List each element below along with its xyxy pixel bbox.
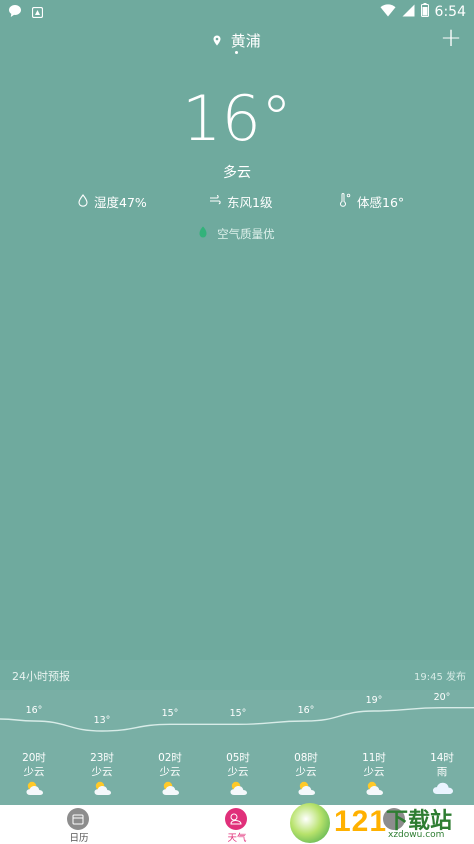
current-temperature: 16° xyxy=(182,82,292,155)
forecast-temp-label: 19° xyxy=(365,695,383,706)
forecast-temp-label: 13° xyxy=(93,715,111,726)
weather-icon xyxy=(225,808,247,830)
tab-calendar-label: 日历 xyxy=(69,833,89,844)
forecast-condition: 少云 xyxy=(159,766,181,778)
tab-weather-label: 天气 xyxy=(227,833,247,844)
partly-cloudy-icon xyxy=(228,780,250,796)
forecast-condition: 少云 xyxy=(295,766,317,778)
air-quality-label: 空气质量优 xyxy=(217,227,275,241)
city-header: 黄浦 + xyxy=(0,25,474,62)
page-indicator-dot xyxy=(235,51,238,54)
wind-icon xyxy=(209,194,221,209)
partly-cloudy-icon xyxy=(92,780,114,796)
forecast-temp-label: 15° xyxy=(229,708,247,720)
forecast-time: 20时 xyxy=(22,752,46,764)
forecast-time: 23时 xyxy=(90,752,114,764)
wind-label: 东风1级 xyxy=(227,195,273,210)
tab-calendar[interactable]: 日历 xyxy=(39,805,119,844)
forecast-temp-label: 20° xyxy=(433,691,451,703)
forecast-temp-label: 15° xyxy=(161,708,179,720)
status-bar: 6:54 xyxy=(0,0,474,24)
forecast-condition: 雨 xyxy=(436,766,448,778)
logo-number: 121 xyxy=(334,805,388,838)
city-name: 黄浦 xyxy=(230,32,261,50)
forecast-condition: 少云 xyxy=(227,766,249,778)
forecast-condition: 少云 xyxy=(91,766,113,778)
thermometer-icon xyxy=(339,192,351,210)
partly-cloudy-icon xyxy=(364,780,386,796)
feels-like-label: 体感16° xyxy=(357,195,405,210)
forecast-published-time: 19:45 发布 xyxy=(414,672,466,683)
forecast-title: 24小时预报 xyxy=(12,670,70,683)
battery-icon xyxy=(420,3,429,21)
humidity-label: 湿度47% xyxy=(94,195,147,210)
forecast-time: 08时 xyxy=(294,752,318,764)
air-quality[interactable]: 空气质量优 xyxy=(0,226,474,242)
wind-metric: 东风1级 xyxy=(209,192,272,211)
hourly-forecast: 24小时预报 19:45 发布 16° 20时少云 13° 23时少云 15° 02时少云… xyxy=(0,660,474,805)
wifi-icon xyxy=(380,3,396,21)
logo-url: xzdowu.com xyxy=(388,830,445,840)
forecast-temp-label: 16° xyxy=(297,705,315,716)
humidity-metric: 湿度47% xyxy=(78,192,147,211)
forecast-header: 24小时预报 19:45 发布 xyxy=(0,660,474,690)
water-drop-icon xyxy=(78,193,88,210)
notification-icon xyxy=(31,3,44,22)
forecast-time: 05时 xyxy=(226,752,250,764)
rain-cloud-icon xyxy=(432,780,454,796)
add-city-button[interactable]: + xyxy=(438,25,464,52)
partly-cloudy-icon xyxy=(24,780,46,796)
clock: 6:54 xyxy=(434,4,466,20)
feels-like-metric: 体感16° xyxy=(339,192,404,211)
location-pin-icon xyxy=(213,35,225,49)
partly-cloudy-icon xyxy=(296,780,318,796)
city-selector[interactable]: 黄浦 xyxy=(0,30,474,51)
logo-ball-icon xyxy=(290,803,330,843)
forecast-time: 02时 xyxy=(158,752,182,764)
weather-metrics: 湿度47% 东风1级 体感16° xyxy=(0,192,474,212)
forecast-temp-label: 16° xyxy=(25,705,43,716)
current-condition: 多云 xyxy=(223,165,251,181)
chat-bubble-icon xyxy=(8,3,22,22)
forecast-time: 11时 xyxy=(362,752,386,764)
cell-signal-icon xyxy=(402,4,415,21)
calendar-icon xyxy=(67,808,89,830)
forecast-condition: 少云 xyxy=(363,766,385,778)
forecast-time: 14时 xyxy=(430,752,454,764)
partly-cloudy-icon xyxy=(160,780,182,796)
leaf-icon xyxy=(199,226,211,241)
forecast-condition: 少云 xyxy=(23,766,45,778)
site-watermark-logo: 121 下载站 xzdowu.com xyxy=(290,803,474,844)
tab-weather[interactable]: 天气 xyxy=(197,805,277,844)
